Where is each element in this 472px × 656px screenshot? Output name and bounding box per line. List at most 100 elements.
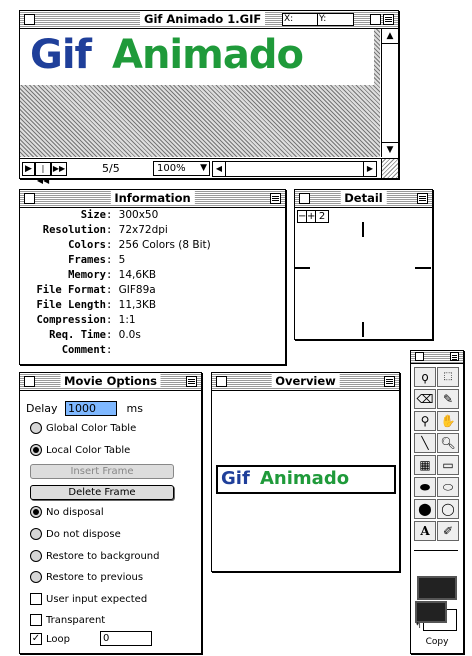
logo-gif-text: Gif bbox=[30, 32, 92, 78]
close-box[interactable] bbox=[24, 376, 35, 387]
eyedropper-icon[interactable]: ⚲ bbox=[414, 411, 436, 431]
detail-title: Detail bbox=[340, 191, 387, 205]
zoom-popup[interactable]: 100% ▼ bbox=[153, 161, 210, 176]
movie-options-titlebar[interactable]: Movie Options bbox=[20, 373, 201, 391]
brush-icon[interactable]: ✐ bbox=[437, 521, 459, 541]
local-color-table-radio[interactable]: Local Color Table bbox=[30, 444, 130, 456]
rounded-rect-icon[interactable]: ⬭ bbox=[437, 477, 459, 497]
restore-background-radio[interactable]: Restore to background bbox=[30, 550, 160, 562]
image-canvas[interactable]: Gif Animado bbox=[20, 29, 380, 157]
detail-window: Detail −+ 2 bbox=[294, 189, 433, 340]
collapse-box[interactable] bbox=[450, 352, 459, 361]
overview-titlebar[interactable]: Overview bbox=[212, 373, 399, 391]
magnifier-icon[interactable]: 🔍︎ bbox=[437, 433, 459, 453]
crosshair-bottom bbox=[362, 322, 364, 337]
zoom-box[interactable] bbox=[370, 14, 381, 25]
information-titlebar[interactable]: Information bbox=[20, 190, 285, 208]
movie-options-window: Movie Options Delay 1000 ms Global Color… bbox=[19, 372, 202, 654]
scroll-right-arrow-icon[interactable]: ▶ bbox=[363, 161, 377, 177]
radio-icon bbox=[30, 422, 42, 434]
swap-colors-icon[interactable]: ↰ bbox=[415, 621, 422, 630]
collapse-box[interactable] bbox=[186, 376, 197, 387]
detail-view[interactable] bbox=[295, 222, 432, 339]
rectangle-icon[interactable]: ▭ bbox=[437, 455, 459, 475]
user-input-checkbox[interactable]: User input expected bbox=[30, 593, 147, 605]
text-tool-icon[interactable]: A bbox=[414, 521, 436, 541]
close-box[interactable] bbox=[299, 193, 310, 204]
restore-previous-radio[interactable]: Restore to previous bbox=[30, 571, 143, 583]
information-title: Information bbox=[110, 191, 195, 205]
vertical-scrollbar[interactable]: ▲ ▼ bbox=[381, 29, 398, 157]
delay-row: Delay 1000 ms bbox=[26, 401, 143, 416]
scroll-down-arrow-icon[interactable]: ▼ bbox=[382, 142, 398, 157]
overview-logo-animado: Animado bbox=[260, 468, 350, 489]
checkbox-icon bbox=[30, 593, 42, 605]
oval-icon[interactable]: ◯ bbox=[437, 499, 459, 519]
overview-window: Overview Gif Animado bbox=[211, 372, 400, 572]
chevron-down-icon: ▼ bbox=[200, 163, 207, 173]
pencil-icon[interactable]: ✎ bbox=[437, 389, 459, 409]
collapse-box[interactable] bbox=[383, 14, 394, 25]
tool-divider bbox=[414, 550, 458, 551]
delay-input[interactable]: 1000 bbox=[65, 401, 118, 416]
info-row-file-length: File Length: 11,3KB bbox=[36, 299, 157, 311]
filled-rectangle-icon[interactable]: ▦ bbox=[414, 455, 436, 475]
resize-grip-icon[interactable] bbox=[381, 159, 398, 178]
play-icon[interactable]: ▶ bbox=[22, 162, 35, 176]
global-color-table-radio[interactable]: Global Color Table bbox=[30, 422, 136, 434]
delete-frame-button[interactable]: Delete Frame bbox=[30, 485, 174, 500]
info-row-colors: Colors: 256 Colors (8 Bit) bbox=[68, 239, 211, 251]
no-disposal-radio[interactable]: No disposal bbox=[30, 506, 104, 518]
front-color-swatch[interactable] bbox=[415, 601, 447, 623]
image-window-titlebar[interactable]: Gif Animado 1.GIF X: Y: bbox=[20, 11, 398, 29]
copy-label[interactable]: Copy bbox=[411, 637, 463, 647]
filled-oval-icon[interactable]: ⬤ bbox=[414, 499, 436, 519]
image-window: Gif Animado 1.GIF X: Y: Gif Animado ▲ ▼ … bbox=[19, 10, 399, 185]
information-list: Size: 300x50 Resolution: 72x72dpi Colors… bbox=[20, 208, 280, 358]
loop-count-input[interactable]: 0 bbox=[100, 631, 152, 646]
collapse-box[interactable] bbox=[270, 193, 281, 204]
foreground-color-swatch[interactable] bbox=[417, 576, 457, 600]
collapse-box[interactable] bbox=[384, 376, 395, 387]
overview-thumbnail[interactable]: Gif Animado bbox=[216, 465, 396, 494]
overview-title: Overview bbox=[271, 374, 340, 388]
do-not-dispose-radio[interactable]: Do not dispose bbox=[30, 528, 121, 540]
delay-unit: ms bbox=[126, 402, 143, 415]
horizontal-scrollbar[interactable] bbox=[225, 161, 364, 177]
detail-titlebar[interactable]: Detail bbox=[295, 190, 432, 208]
fast-forward-icon[interactable]: ▶▶ bbox=[51, 162, 67, 176]
info-row-resolution: Resolution: 72x72dpi bbox=[42, 224, 168, 236]
filled-rounded-rect-icon[interactable]: ⬬ bbox=[414, 477, 436, 497]
logo-animado-text: Animado bbox=[112, 32, 304, 78]
zoom-value: 100% bbox=[157, 163, 186, 174]
scroll-left-arrow-icon[interactable]: ◀ bbox=[212, 161, 226, 177]
hand-icon[interactable]: ✋ bbox=[437, 411, 459, 431]
crosshair-right bbox=[415, 267, 431, 269]
info-row-memory: Memory: 14,6KB bbox=[68, 269, 157, 281]
line-icon[interactable]: ╲ bbox=[414, 433, 436, 453]
close-box[interactable] bbox=[24, 193, 35, 204]
scroll-up-arrow-icon[interactable]: ▲ bbox=[382, 29, 398, 44]
collapse-box[interactable] bbox=[417, 193, 428, 204]
transparent-checkbox[interactable]: Transparent bbox=[30, 614, 105, 626]
lasso-icon[interactable]: ϙ bbox=[414, 367, 436, 387]
rewind-icon[interactable]: |◀◀ bbox=[35, 162, 51, 185]
insert-frame-button[interactable]: Insert Frame bbox=[30, 464, 174, 479]
info-row-compression: Compression: 1:1 bbox=[36, 314, 136, 326]
radio-icon bbox=[30, 550, 42, 562]
toolbox-titlebar[interactable] bbox=[411, 351, 463, 364]
close-box[interactable] bbox=[216, 376, 227, 387]
close-box[interactable] bbox=[24, 14, 35, 25]
checkmark-icon: ✓ bbox=[30, 633, 42, 645]
radio-selected-icon bbox=[30, 444, 42, 456]
crosshair-top bbox=[362, 222, 364, 237]
movie-options-title: Movie Options bbox=[60, 374, 161, 388]
frame-counter: 5/5 bbox=[102, 162, 120, 175]
info-row-comment: Comment: bbox=[61, 344, 113, 356]
marquee-icon[interactable]: ⬚ bbox=[437, 367, 459, 387]
loop-checkbox[interactable]: ✓ Loop bbox=[30, 633, 70, 645]
delay-label: Delay bbox=[26, 402, 58, 415]
bottom-bar: ▶ |◀◀ ▶▶ 5/5 100% ▼ ◀ ▶ bbox=[20, 158, 398, 185]
eraser-icon[interactable]: ⌫ bbox=[414, 389, 436, 409]
close-box[interactable] bbox=[415, 352, 424, 361]
